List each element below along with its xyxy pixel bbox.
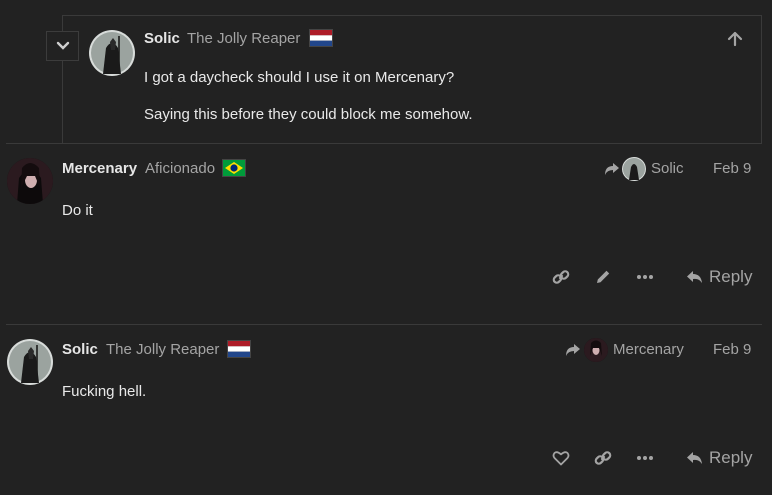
post-body: Fucking hell. bbox=[62, 383, 147, 400]
reply-icon bbox=[687, 271, 702, 283]
avatar[interactable] bbox=[7, 158, 53, 204]
avatar[interactable] bbox=[7, 339, 53, 385]
post-divider bbox=[6, 324, 762, 325]
post-body: Do it bbox=[62, 202, 93, 219]
avatar[interactable] bbox=[89, 30, 135, 76]
user-title: Aficionado bbox=[145, 160, 216, 177]
reply-to-arrow-icon bbox=[564, 342, 582, 363]
reply-label: Reply bbox=[709, 448, 753, 467]
reply-button[interactable]: Reply bbox=[685, 448, 752, 468]
reaper-avatar-icon bbox=[622, 157, 646, 181]
post-paragraph: Saying this before they could block me s… bbox=[144, 106, 473, 123]
more-options-button[interactable] bbox=[631, 263, 659, 291]
user-title: The Jolly Reaper bbox=[106, 341, 220, 358]
reply-icon bbox=[687, 452, 702, 464]
reaper-avatar-icon bbox=[89, 30, 135, 76]
collapse-button[interactable] bbox=[46, 31, 79, 61]
reply-to-arrow-icon bbox=[603, 161, 621, 182]
reply-to-avatar[interactable] bbox=[622, 157, 646, 181]
reply-to-username[interactable]: Solic bbox=[651, 160, 684, 177]
mercenary-avatar-icon bbox=[584, 338, 608, 362]
reaper-avatar-icon bbox=[7, 339, 53, 385]
link-button[interactable] bbox=[547, 263, 575, 291]
arrow-up-icon[interactable] bbox=[726, 30, 744, 53]
mercenary-avatar-icon bbox=[7, 158, 53, 204]
link-icon bbox=[594, 451, 612, 465]
username[interactable]: Mercenary bbox=[62, 160, 137, 177]
like-button[interactable] bbox=[547, 444, 575, 472]
reply-label: Reply bbox=[709, 267, 753, 286]
username[interactable]: Solic bbox=[144, 30, 180, 47]
link-button[interactable] bbox=[589, 444, 617, 472]
post-paragraph: I got a daycheck should I use it on Merc… bbox=[144, 69, 455, 86]
brazil-flag-icon bbox=[222, 159, 246, 177]
ellipsis-icon bbox=[637, 456, 653, 460]
ellipsis-icon bbox=[637, 275, 653, 279]
chevron-down-icon bbox=[56, 41, 69, 50]
post-date[interactable]: Feb 9 bbox=[713, 341, 751, 358]
reply-to-avatar[interactable] bbox=[584, 338, 608, 362]
post-divider bbox=[6, 143, 762, 144]
post-date[interactable]: Feb 9 bbox=[713, 160, 751, 177]
pencil-icon bbox=[597, 270, 610, 283]
edit-button[interactable] bbox=[589, 263, 617, 291]
netherlands-flag-icon bbox=[227, 340, 251, 358]
reply-button[interactable]: Reply bbox=[685, 267, 752, 287]
more-options-button[interactable] bbox=[631, 444, 659, 472]
reply-to-username[interactable]: Mercenary bbox=[613, 341, 684, 358]
link-icon bbox=[552, 270, 570, 284]
username[interactable]: Solic bbox=[62, 341, 98, 358]
netherlands-flag-icon bbox=[309, 29, 333, 47]
user-title: The Jolly Reaper bbox=[187, 30, 301, 47]
heart-icon bbox=[552, 451, 570, 466]
